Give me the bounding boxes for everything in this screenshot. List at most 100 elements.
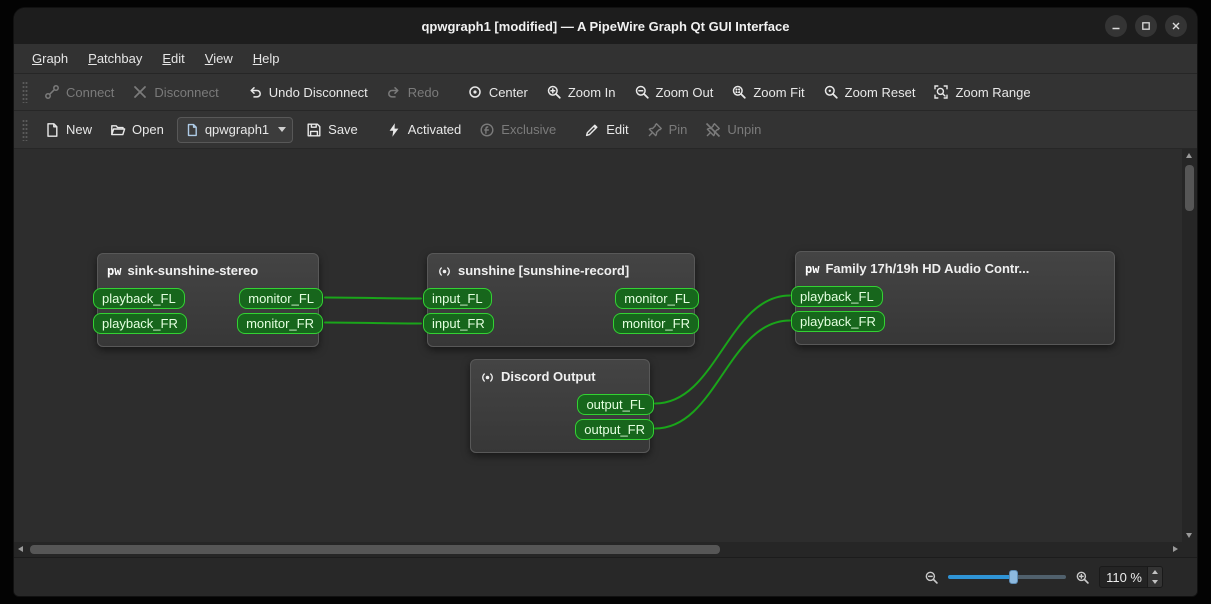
patchbay-toolbar: New Open qpwgraph1 Save Activated Exclus… bbox=[14, 111, 1197, 149]
port-monitor-fr[interactable]: monitor_FR bbox=[237, 313, 323, 334]
unpin-label: Unpin bbox=[727, 122, 762, 137]
edit-label: Edit bbox=[606, 122, 629, 137]
file-icon bbox=[185, 123, 199, 137]
port-playback-fr[interactable]: playback_FR bbox=[93, 313, 187, 334]
center-button[interactable]: Center bbox=[458, 78, 537, 106]
zoom-in-icon[interactable] bbox=[1075, 570, 1090, 585]
redo-icon bbox=[386, 84, 402, 100]
node-sunshine-record[interactable]: sunshine [sunshine-record] input_FL moni… bbox=[423, 253, 699, 347]
node-ports: playback_FL playback_FR bbox=[791, 284, 1114, 344]
disconnect-icon bbox=[132, 84, 148, 100]
undo-disconnect-button[interactable]: Undo Disconnect bbox=[238, 78, 377, 106]
zoom-fit-label: Zoom Fit bbox=[753, 84, 805, 100]
monitor-icon bbox=[437, 264, 452, 279]
connection-wire-monitor-fr-input-fr[interactable] bbox=[324, 321, 422, 325]
graph-canvas[interactable]: pw sink-sunshine-stereo playback_FL moni… bbox=[14, 149, 1182, 542]
menu-edit[interactable]: Edit bbox=[152, 44, 194, 73]
spin-down-button[interactable] bbox=[1148, 577, 1162, 587]
redo-label: Redo bbox=[407, 84, 439, 100]
node-title: sink-sunshine-stereo bbox=[127, 263, 259, 278]
zoom-spinbox[interactable]: 110 % bbox=[1099, 566, 1163, 588]
port-monitor-fr[interactable]: monitor_FR bbox=[613, 313, 699, 334]
pipewire-icon: pw bbox=[107, 264, 122, 278]
port-playback-fl[interactable]: playback_FL bbox=[93, 288, 185, 309]
menubar: Graph Patchbay Edit View Help bbox=[14, 44, 1197, 74]
menu-help[interactable]: Help bbox=[243, 44, 290, 73]
open-folder-icon bbox=[110, 122, 126, 138]
connect-button[interactable]: Connect bbox=[35, 78, 123, 106]
zoom-value: 110 % bbox=[1106, 569, 1142, 585]
new-file-icon bbox=[44, 122, 60, 138]
unpin-icon bbox=[705, 122, 721, 138]
open-button[interactable]: Open bbox=[101, 116, 173, 144]
menu-graph[interactable]: Graph bbox=[22, 44, 78, 73]
port-input-fl[interactable]: input_FL bbox=[423, 288, 492, 309]
edit-pencil-icon bbox=[584, 122, 600, 138]
undo-disconnect-label: Undo Disconnect bbox=[268, 84, 368, 100]
unpin-button[interactable]: Unpin bbox=[696, 116, 770, 144]
port-playback-fl[interactable]: playback_FL bbox=[791, 286, 883, 307]
redo-button[interactable]: Redo bbox=[377, 78, 448, 106]
save-button[interactable]: Save bbox=[297, 116, 367, 144]
monitor-icon bbox=[480, 370, 495, 385]
port-output-fr[interactable]: output_FR bbox=[575, 419, 654, 440]
disconnect-button[interactable]: Disconnect bbox=[123, 78, 227, 106]
horizontal-scrollbar[interactable] bbox=[14, 542, 1182, 557]
activated-button[interactable]: Activated bbox=[377, 116, 470, 144]
zoom-reset-button[interactable]: Zoom Reset bbox=[814, 78, 925, 106]
minimize-button[interactable] bbox=[1105, 15, 1127, 37]
exclusive-label: Exclusive bbox=[501, 122, 557, 137]
exclusive-button[interactable]: Exclusive bbox=[470, 116, 565, 144]
zoom-slider[interactable] bbox=[948, 568, 1066, 586]
scroll-left-arrow-icon[interactable] bbox=[18, 546, 23, 552]
new-button[interactable]: New bbox=[35, 116, 101, 144]
vertical-scrollbar-thumb[interactable] bbox=[1185, 165, 1194, 211]
node-header: Discord Output bbox=[471, 360, 649, 392]
zoom-in-button[interactable]: Zoom In bbox=[537, 78, 625, 106]
edit-button[interactable]: Edit bbox=[575, 116, 637, 144]
node-header: pw sink-sunshine-stereo bbox=[98, 254, 318, 286]
menu-patchbay[interactable]: Patchbay bbox=[78, 44, 152, 73]
toolbar-drag-handle[interactable] bbox=[22, 118, 28, 141]
zoom-out-button[interactable]: Zoom Out bbox=[625, 78, 723, 106]
profile-combo[interactable]: qpwgraph1 bbox=[176, 116, 294, 143]
vertical-scrollbar[interactable] bbox=[1182, 149, 1197, 542]
port-playback-fr[interactable]: playback_FR bbox=[791, 311, 885, 332]
node-ports: output_FL output_FR bbox=[471, 392, 654, 452]
zoom-range-button[interactable]: Zoom Range bbox=[924, 78, 1039, 106]
scroll-right-arrow-icon[interactable] bbox=[1173, 546, 1178, 552]
port-output-fl[interactable]: output_FL bbox=[577, 394, 654, 415]
pipewire-icon: pw bbox=[805, 262, 820, 276]
scroll-up-arrow-icon[interactable] bbox=[1186, 153, 1192, 158]
node-sink-sunshine-stereo[interactable]: pw sink-sunshine-stereo playback_FL moni… bbox=[93, 253, 323, 347]
maximize-button[interactable] bbox=[1135, 15, 1157, 37]
zoom-fit-button[interactable]: Zoom Fit bbox=[722, 78, 813, 106]
port-monitor-fl[interactable]: monitor_FL bbox=[615, 288, 699, 309]
zoom-slider-handle[interactable] bbox=[1008, 570, 1018, 584]
connection-wire-monitor-fl-input-fl[interactable] bbox=[324, 296, 422, 300]
undo-icon bbox=[247, 84, 263, 100]
port-monitor-fl[interactable]: monitor_FL bbox=[239, 288, 323, 309]
close-icon bbox=[1171, 21, 1181, 31]
chevron-down-icon bbox=[278, 127, 287, 132]
node-ports: input_FL monitor_FL input_FR monitor_FR bbox=[423, 286, 699, 346]
pin-button[interactable]: Pin bbox=[638, 116, 697, 144]
titlebar[interactable]: qpwgraph1 [modified] — A PipeWire Graph … bbox=[14, 8, 1197, 44]
zoom-out-icon[interactable] bbox=[924, 570, 939, 585]
horizontal-scrollbar-thumb[interactable] bbox=[30, 545, 720, 554]
node-discord-output[interactable]: Discord Output output_FL output_FR bbox=[470, 359, 654, 453]
toolbar-drag-handle[interactable] bbox=[22, 81, 28, 103]
scroll-down-arrow-icon[interactable] bbox=[1186, 533, 1192, 538]
zoom-slider-track[interactable] bbox=[948, 575, 1066, 579]
new-label: New bbox=[66, 122, 93, 137]
desktop: qpwgraph1 [modified] — A PipeWire Graph … bbox=[0, 0, 1211, 604]
zoom-range-label: Zoom Range bbox=[955, 84, 1031, 100]
node-ports: playback_FL monitor_FL playback_FR monit… bbox=[93, 286, 323, 346]
node-family-hd-audio[interactable]: pw Family 17h/19h HD Audio Contr... play… bbox=[791, 251, 1115, 345]
zoom-range-icon bbox=[933, 84, 949, 100]
port-input-fr[interactable]: input_FR bbox=[423, 313, 494, 334]
close-button[interactable] bbox=[1165, 15, 1187, 37]
spin-up-button[interactable] bbox=[1148, 567, 1162, 577]
menu-view[interactable]: View bbox=[195, 44, 243, 73]
scrollbar-corner bbox=[1182, 542, 1197, 557]
